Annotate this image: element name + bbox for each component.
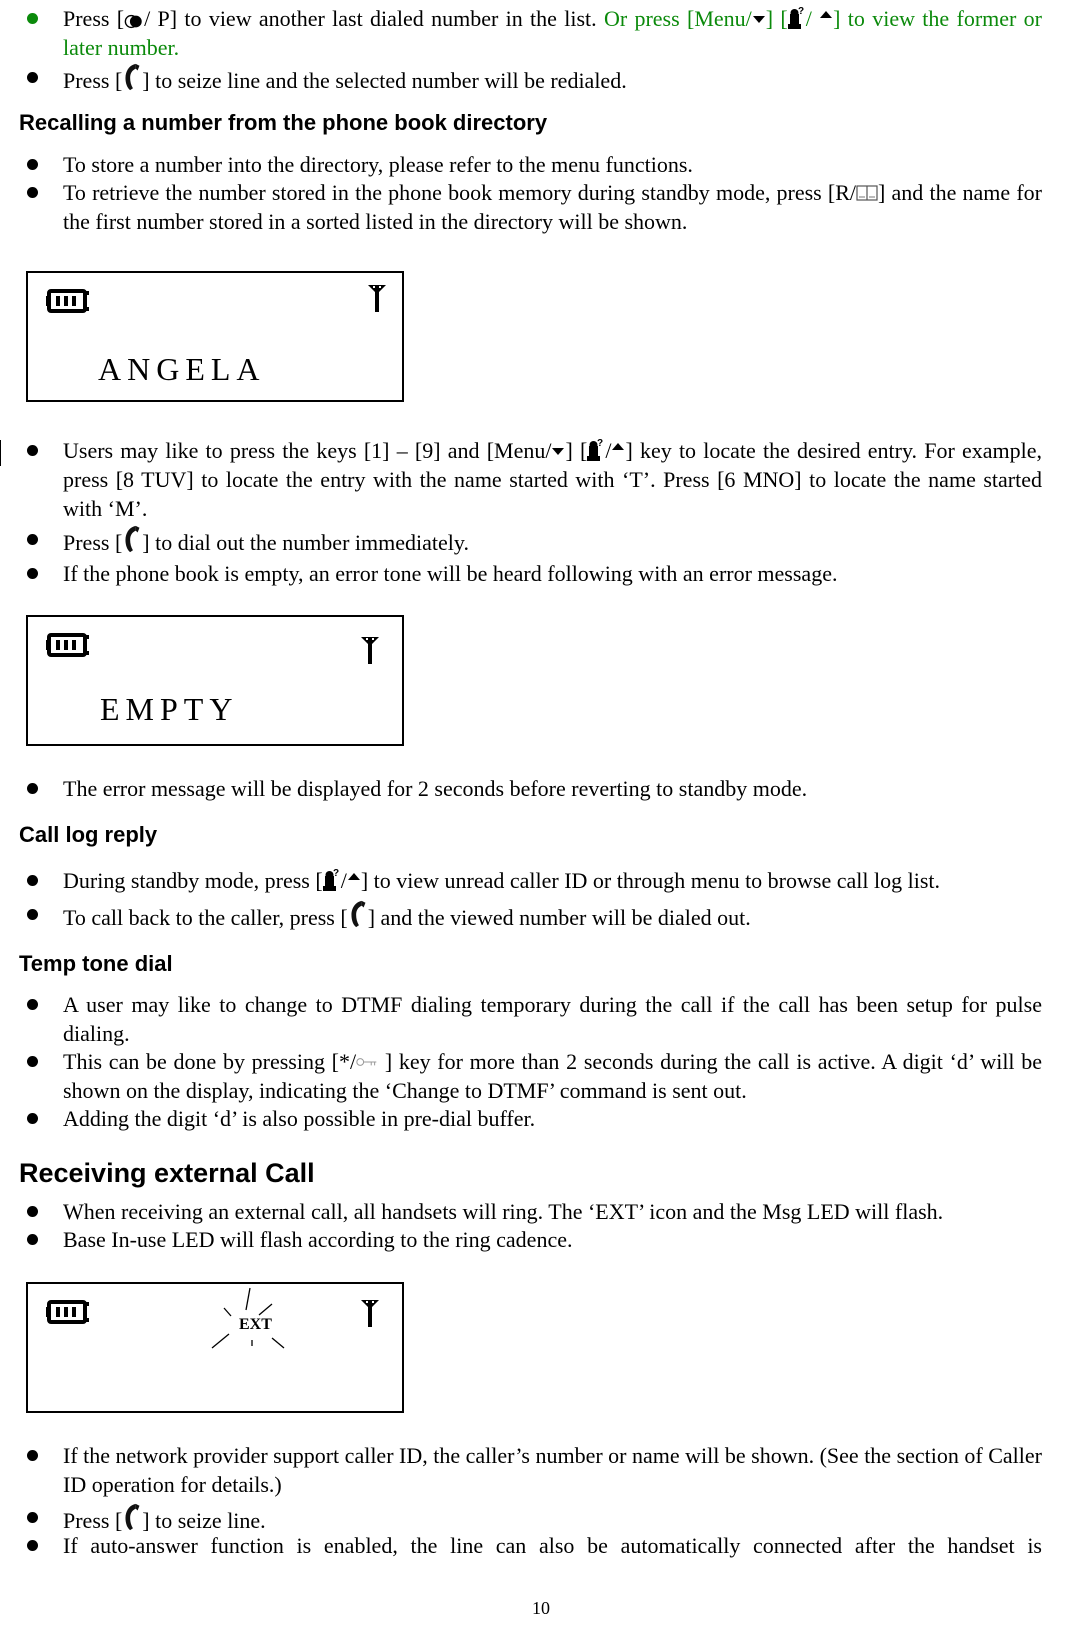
bullet-dot bbox=[27, 568, 38, 579]
lcd-display-angela: ANGELA bbox=[26, 271, 404, 402]
battery-icon bbox=[46, 289, 90, 313]
antenna-icon bbox=[360, 635, 380, 665]
bullet-dot bbox=[27, 1512, 38, 1523]
bullet-dot bbox=[27, 1056, 38, 1067]
bullet-dot bbox=[27, 1234, 38, 1245]
arrow-down-icon bbox=[752, 14, 766, 24]
bullet-dot bbox=[27, 1206, 38, 1217]
battery-icon bbox=[46, 1300, 90, 1324]
caller-id-icon bbox=[587, 438, 605, 462]
bullet-dot bbox=[27, 445, 38, 456]
caller-id-icon bbox=[323, 868, 341, 892]
bullet-dot bbox=[27, 783, 38, 794]
page-number: 10 bbox=[532, 1598, 550, 1618]
caller-id-icon bbox=[788, 6, 806, 30]
antenna-icon bbox=[367, 283, 387, 313]
section-title-calllog: Call log reply bbox=[19, 822, 158, 847]
lcd-text: ANGELA bbox=[98, 351, 266, 387]
section-title-receiving: Receiving external Call bbox=[19, 1158, 315, 1188]
bullet-dot bbox=[27, 1450, 38, 1461]
key-lock-icon bbox=[356, 1056, 378, 1068]
lcd-display-empty: EMPTY bbox=[26, 615, 404, 746]
arrow-up-icon bbox=[347, 872, 361, 882]
bullet-dot bbox=[27, 1540, 38, 1551]
battery-icon bbox=[46, 633, 90, 657]
bullet-dot bbox=[27, 875, 38, 886]
section-title-recall: Recalling a number from the phone book d… bbox=[19, 110, 548, 135]
arrow-up-icon bbox=[819, 10, 833, 20]
phone-handset-icon bbox=[122, 63, 142, 91]
lcd-display-ext: EXT bbox=[26, 1282, 404, 1413]
phone-handset-icon bbox=[122, 1503, 142, 1531]
bullet-dot bbox=[27, 999, 38, 1010]
ext-indicator: EXT bbox=[239, 1316, 272, 1333]
bullet-dot bbox=[27, 187, 38, 198]
antenna-icon bbox=[360, 1298, 380, 1328]
phonebook-icon bbox=[856, 184, 878, 202]
lcd-text: EMPTY bbox=[100, 691, 239, 727]
bullet-dot bbox=[27, 1113, 38, 1124]
bullet-dot bbox=[27, 72, 38, 83]
bullet-dot bbox=[27, 159, 38, 170]
redial-pause-icon bbox=[124, 13, 144, 30]
phone-handset-icon bbox=[122, 525, 142, 553]
bullet-dot bbox=[27, 909, 38, 920]
arrow-down-icon bbox=[551, 446, 565, 456]
section-title-temptone: Temp tone dial bbox=[19, 951, 173, 976]
bullet-dot bbox=[27, 13, 38, 24]
change-bar bbox=[0, 440, 1, 466]
phone-handset-icon bbox=[348, 900, 368, 928]
bullet-dot bbox=[27, 534, 38, 545]
arrow-up-icon bbox=[611, 442, 625, 452]
